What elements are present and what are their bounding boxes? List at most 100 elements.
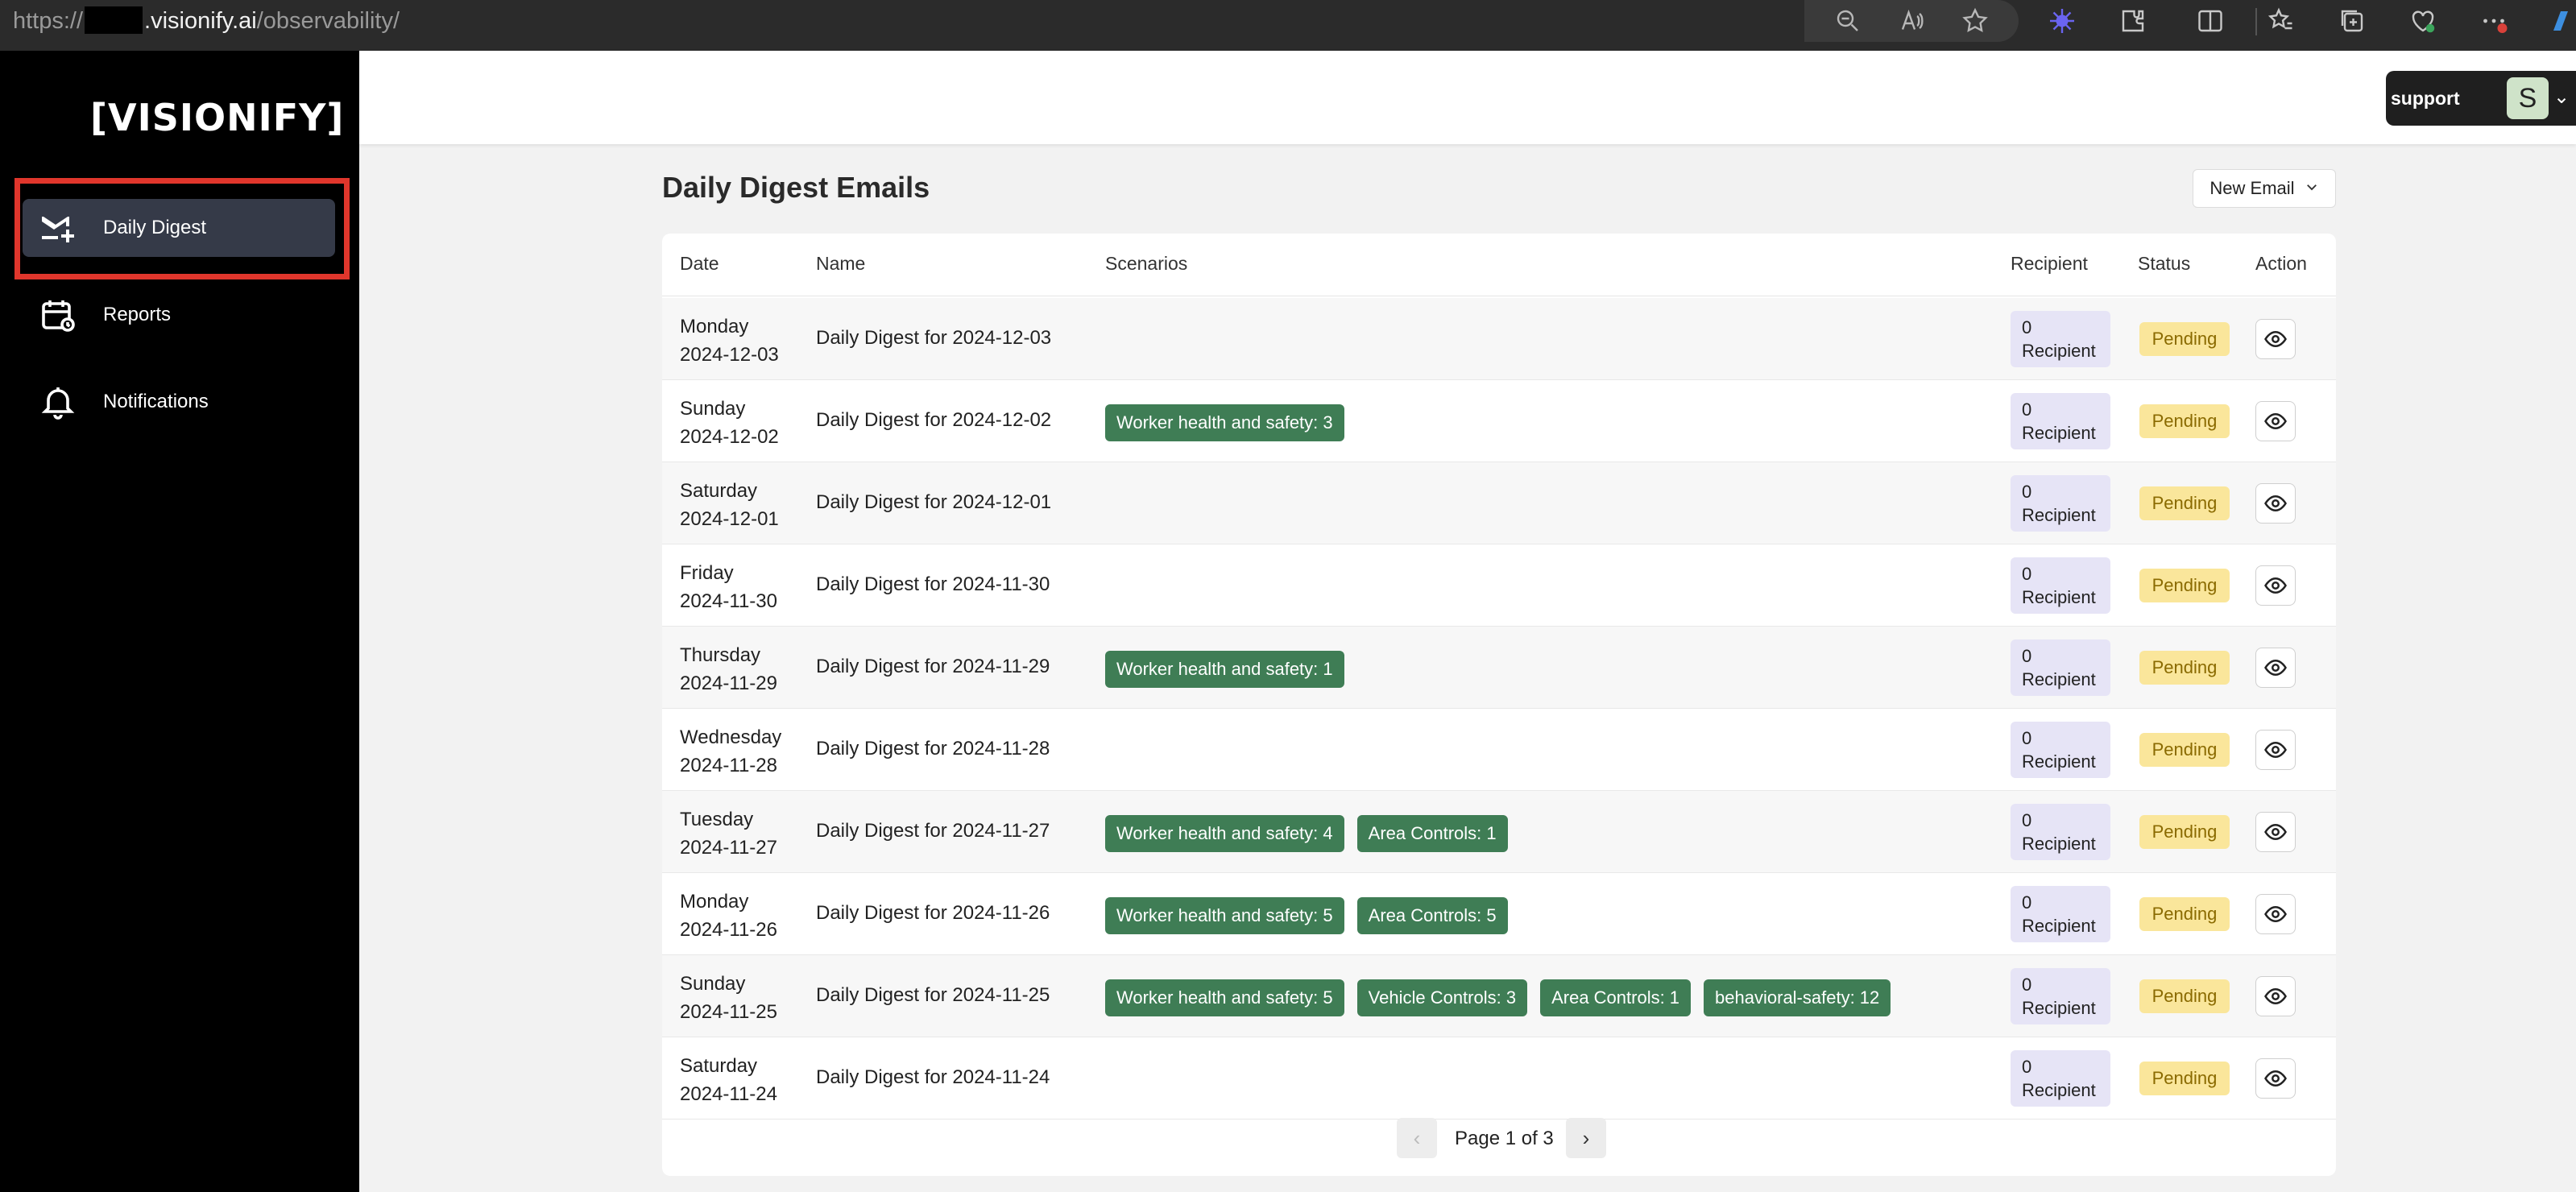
view-button[interactable] (2255, 401, 2296, 441)
table-row: Friday 2024-11-30 Daily Digest for 2024-11… (662, 544, 2336, 627)
copilot-icon[interactable] (2545, 6, 2576, 35)
scenario-tag: Area Controls: 1 (1540, 979, 1692, 1016)
row-date-value: 2024-11-30 (680, 590, 777, 612)
view-button[interactable] (2255, 894, 2296, 934)
row-date-value: 2024-12-01 (680, 508, 779, 530)
toolbar-divider (2255, 8, 2257, 35)
digest-table-card: Date Name Scenarios Recipient Status Act… (662, 234, 2336, 1176)
scenario-tag: behavioral-safety: 12 (1704, 979, 1891, 1016)
recipient-label: Recipient (2022, 669, 2096, 689)
sidebar-item-reports[interactable]: Reports (23, 286, 335, 344)
scenario-tags: Worker health and safety: 5 Area Controls… (1105, 897, 1508, 934)
user-name: support (2391, 87, 2460, 109)
read-aloud-icon[interactable] (1898, 6, 1927, 35)
row-date-value: 2024-11-28 (680, 755, 777, 776)
sidebar-item-daily-digest[interactable]: Daily Digest (23, 199, 335, 257)
calendar-icon (34, 291, 82, 339)
view-button[interactable] (2255, 1058, 2296, 1099)
scenario-tags: Worker health and safety: 1 (1105, 651, 1344, 688)
row-weekday: Tuesday (680, 809, 754, 830)
status-badge: Pending (2139, 569, 2230, 602)
user-menu-button[interactable]: support S ⌄ (2386, 71, 2576, 126)
recipient-count: 0 (2022, 317, 2032, 337)
recipient-badge: 0 Recipient (2011, 393, 2110, 449)
address-bar[interactable]: https:// .visionify.ai/observability/ (13, 6, 400, 35)
row-date: Wednesday 2024-11-28 (680, 723, 781, 780)
row-name: Daily Digest for 2024-11-24 (816, 1066, 1050, 1088)
eye-icon (2264, 823, 2287, 841)
previous-page-button[interactable]: ‹ (1397, 1118, 1437, 1158)
recipient-label: Recipient (2022, 587, 2096, 607)
view-button[interactable] (2255, 648, 2296, 688)
recipient-label: Recipient (2022, 423, 2096, 443)
table-row: Monday 2024-12-03 Daily Digest for 2024-12… (662, 298, 2336, 380)
scenario-tag: Worker health and safety: 5 (1105, 897, 1344, 934)
recipient-badge: 0 Recipient (2011, 722, 2110, 778)
view-button[interactable] (2255, 812, 2296, 852)
row-date: Friday 2024-11-30 (680, 559, 777, 615)
row-name: Daily Digest for 2024-11-30 (816, 573, 1050, 595)
browser-health-icon[interactable] (2408, 6, 2437, 35)
row-weekday: Monday (680, 316, 749, 337)
view-button[interactable] (2255, 483, 2296, 524)
avatar: S (2507, 77, 2549, 119)
recipient-badge: 0 Recipient (2011, 557, 2110, 614)
scenario-tag: Worker health and safety: 3 (1105, 404, 1344, 441)
row-date: Monday 2024-12-03 (680, 312, 779, 369)
recipient-count: 0 (2022, 1057, 2032, 1077)
recipient-label: Recipient (2022, 998, 2096, 1018)
view-button[interactable] (2255, 730, 2296, 770)
row-name: Daily Digest for 2024-12-03 (816, 327, 1052, 349)
row-weekday: Saturday (680, 480, 758, 502)
eye-icon (2264, 905, 2287, 923)
extensions-puzzle-icon[interactable] (2118, 6, 2147, 35)
eye-icon (2264, 330, 2287, 348)
row-date-value: 2024-11-29 (680, 673, 777, 694)
eye-icon (2264, 659, 2287, 677)
row-date-value: 2024-11-25 (680, 1001, 777, 1023)
chevron-down-icon (2305, 180, 2319, 198)
column-header-scenarios: Scenarios (1105, 253, 1188, 274)
url-scheme: https:// (13, 8, 84, 34)
table-row: Saturday 2024-12-01 Daily Digest for 2024-… (662, 462, 2336, 544)
table-row: Sunday 2024-11-25 Daily Digest for 2024-11… (662, 955, 2336, 1037)
view-button[interactable] (2255, 319, 2296, 359)
visionify-logo[interactable]: [VISIONIFY] (90, 96, 344, 139)
row-date: Saturday 2024-11-24 (680, 1052, 777, 1108)
table-row: Tuesday 2024-11-27 Daily Digest for 2024-1… (662, 791, 2336, 873)
recipient-label: Recipient (2022, 916, 2096, 936)
pagination: ‹ Page 1 of 3 › (662, 1113, 2336, 1161)
recipient-count: 0 (2022, 728, 2032, 748)
extension-sparkle-icon[interactable] (2048, 6, 2077, 35)
new-email-label: New Email (2209, 178, 2295, 198)
next-page-button[interactable]: › (1566, 1118, 1606, 1158)
table-row: Wednesday 2024-11-28 Daily Digest for 2024… (662, 709, 2336, 791)
row-weekday: Sunday (680, 398, 746, 420)
table-row: Sunday 2024-12-02 Daily Digest for 2024-12… (662, 380, 2336, 462)
more-options-icon[interactable] (2479, 6, 2508, 35)
row-date: Thursday 2024-11-29 (680, 641, 777, 697)
favorite-star-icon[interactable] (1961, 6, 1990, 35)
new-email-button[interactable]: New Email (2193, 169, 2336, 208)
favorites-list-icon[interactable] (2267, 6, 2296, 35)
mail-plus-icon (34, 204, 82, 252)
row-date: Sunday 2024-12-02 (680, 395, 779, 451)
recipient-count: 0 (2022, 482, 2032, 502)
app-header (359, 51, 2576, 144)
browser-toolbar: https:// .visionify.ai/observability/ (0, 0, 2576, 51)
row-name: Daily Digest for 2024-11-26 (816, 902, 1050, 924)
status-badge: Pending (2139, 1062, 2230, 1095)
view-button[interactable] (2255, 565, 2296, 606)
collections-icon[interactable] (2338, 6, 2367, 35)
view-button[interactable] (2255, 976, 2296, 1016)
status-badge: Pending (2139, 322, 2230, 356)
split-screen-icon[interactable] (2196, 6, 2225, 35)
sidebar-item-notifications[interactable]: Notifications (23, 373, 335, 431)
scenario-tag: Area Controls: 1 (1356, 815, 1508, 852)
eye-icon (2264, 495, 2287, 512)
zoom-out-icon[interactable] (1833, 6, 1862, 35)
row-name: Daily Digest for 2024-11-25 (816, 984, 1050, 1006)
status-badge: Pending (2139, 815, 2230, 849)
table-row: Thursday 2024-11-29 Daily Digest for 2024-… (662, 627, 2336, 709)
row-weekday: Monday (680, 891, 749, 913)
